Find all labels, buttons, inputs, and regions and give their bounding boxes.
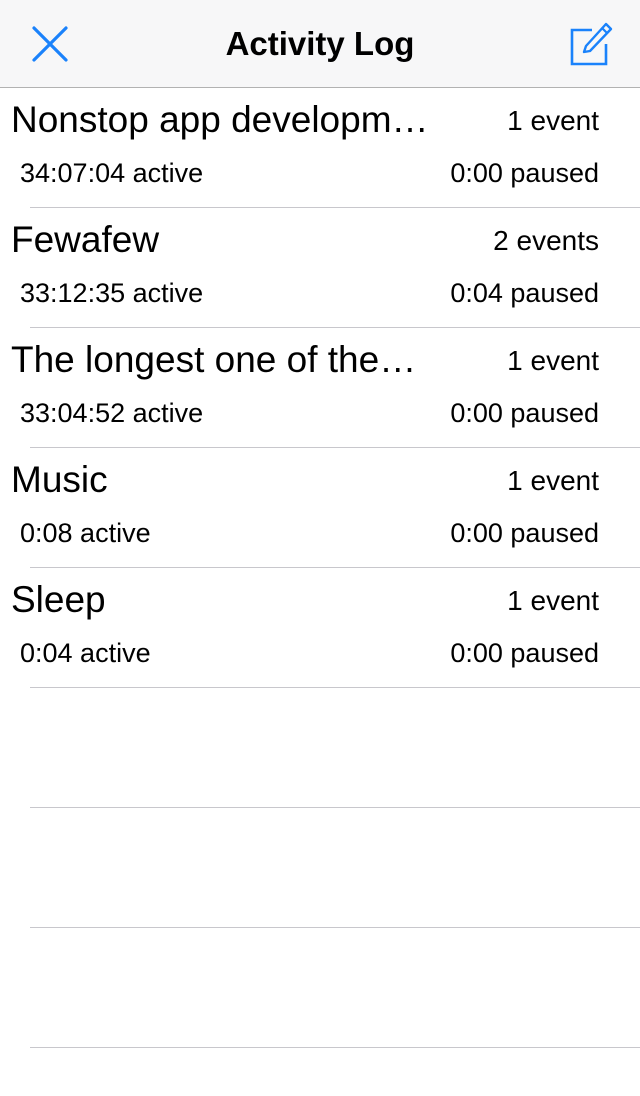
compose-button[interactable] xyxy=(566,20,614,68)
event-count: 2 events xyxy=(493,225,599,256)
page-title: Activity Log xyxy=(225,25,415,62)
activity-title: Nonstop app development xyxy=(11,99,431,140)
empty-list-row xyxy=(0,808,640,928)
activity-title: Sleep xyxy=(11,579,106,620)
list-item[interactable]: Nonstop app development 1 event 34:07:04… xyxy=(0,88,640,208)
empty-list-row xyxy=(0,688,640,808)
event-count: 1 event xyxy=(507,465,599,496)
activity-list: Nonstop app development 1 event 34:07:04… xyxy=(0,88,640,1048)
navigation-bar: Activity Log xyxy=(0,0,640,88)
list-item[interactable]: Fewafew 2 events 33:12:35 active 0:04 pa… xyxy=(0,208,640,328)
event-count: 1 event xyxy=(507,585,599,616)
paused-time: 0:00 paused xyxy=(450,518,599,548)
active-time: 0:04 active xyxy=(20,638,151,668)
compose-icon xyxy=(570,22,613,66)
event-count: 1 event xyxy=(507,105,599,136)
activity-title: Fewafew xyxy=(11,219,160,260)
list-item[interactable]: Music 1 event 0:08 active 0:00 paused xyxy=(0,448,640,568)
event-count: 1 event xyxy=(507,345,599,376)
activity-title: The longest one of them all xyxy=(11,339,431,380)
active-time: 33:12:35 active xyxy=(20,278,204,308)
paused-time: 0:00 paused xyxy=(450,398,599,428)
active-time: 34:07:04 active xyxy=(20,158,204,188)
paused-time: 0:00 paused xyxy=(450,158,599,188)
active-time: 33:04:52 active xyxy=(20,398,204,428)
activity-title: Music xyxy=(11,459,108,500)
list-item[interactable]: The longest one of them all 1 event 33:0… xyxy=(0,328,640,448)
paused-time: 0:00 paused xyxy=(450,638,599,668)
paused-time: 0:04 paused xyxy=(450,278,599,308)
list-item[interactable]: Sleep 1 event 0:04 active 0:00 paused xyxy=(0,568,640,688)
active-time: 0:08 active xyxy=(20,518,151,548)
empty-list-row xyxy=(0,928,640,1048)
